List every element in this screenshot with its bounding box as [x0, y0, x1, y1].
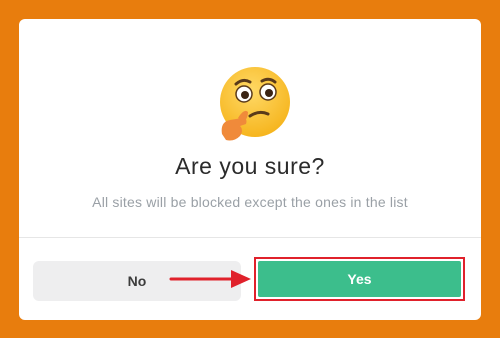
confirm-dialog: Are you sure? All sites will be blocked …	[19, 19, 481, 320]
yes-button-highlight: Yes	[254, 257, 465, 301]
divider	[19, 237, 481, 238]
dialog-title: Are you sure?	[175, 153, 325, 179]
thinking-face-icon	[220, 67, 290, 141]
dialog-message: All sites will be blocked except the one…	[92, 194, 408, 210]
yes-button[interactable]: Yes	[258, 261, 461, 297]
red-arrow-annotation	[169, 270, 251, 288]
